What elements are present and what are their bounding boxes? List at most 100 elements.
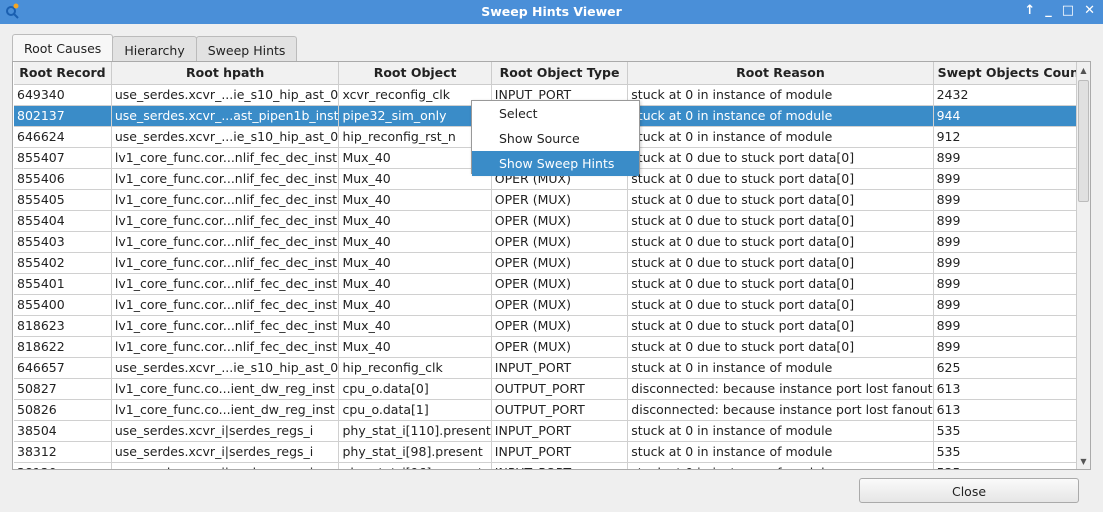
table-cell: lv1_core_func.cor...nlif_fec_dec_inst xyxy=(111,189,340,211)
table-cell: stuck at 0 due to stuck port data[0] xyxy=(627,315,934,337)
table-cell: pipe32_sim_only xyxy=(338,105,492,127)
close-button[interactable]: Close xyxy=(859,478,1079,503)
table-cell: 899 xyxy=(933,147,1090,169)
table-cell: OPER (MUX) xyxy=(491,315,629,337)
table-row[interactable]: 855401 lv1_core_func.cor...nlif_fec_dec_i… xyxy=(14,273,1090,295)
table-cell: 855407 xyxy=(14,147,112,169)
context-menu: Select Show Source Show Sweep Hints xyxy=(471,100,640,176)
table-row[interactable]: 855402 lv1_core_func.cor...nlif_fec_dec_i… xyxy=(14,252,1090,274)
table-cell: INPUT_PORT xyxy=(491,357,629,379)
scroll-down-icon[interactable]: ▼ xyxy=(1077,455,1090,469)
table-cell: lv1_core_func.cor...nlif_fec_dec_inst xyxy=(111,210,340,232)
menu-item-show-source[interactable]: Show Source xyxy=(472,126,639,151)
table-cell: Mux_40 xyxy=(338,294,492,316)
table-cell: 899 xyxy=(933,252,1090,274)
table-cell: 818622 xyxy=(14,336,112,358)
table-cell: Mux_40 xyxy=(338,315,492,337)
maximize-icon[interactable]: □ xyxy=(1062,3,1074,18)
vertical-scrollbar[interactable]: ▲ ▼ xyxy=(1076,62,1090,469)
table-cell: 625 xyxy=(933,357,1090,379)
table-row[interactable]: 50827 lv1_core_func.co...ient_dw_reg_inst… xyxy=(14,378,1090,400)
table-cell: 855400 xyxy=(14,294,112,316)
table-cell: OPER (MUX) xyxy=(491,273,629,295)
table-row[interactable]: 855403 lv1_core_func.cor...nlif_fec_dec_i… xyxy=(14,231,1090,253)
table-cell: 899 xyxy=(933,210,1090,232)
table-cell: OUTPUT_PORT xyxy=(491,399,629,421)
table-cell: stuck at 0 in instance of module xyxy=(627,126,934,148)
table-cell: INPUT_PORT xyxy=(491,462,629,469)
minimize-icon[interactable]: _ xyxy=(1045,3,1052,18)
table-cell: 855406 xyxy=(14,168,112,190)
column-header[interactable]: Root Record xyxy=(14,62,112,85)
table-cell: lv1_core_func.cor...nlif_fec_dec_inst xyxy=(111,294,340,316)
table-cell: Mux_40 xyxy=(338,252,492,274)
tab-sweep-hints[interactable]: Sweep Hints xyxy=(195,36,298,63)
table-cell: stuck at 0 in instance of module xyxy=(627,84,934,106)
column-header[interactable]: Root Object Type xyxy=(491,62,629,85)
table-cell: use_serdes.xcvr_i|serdes_regs_i xyxy=(111,420,340,442)
table-cell: 613 xyxy=(933,399,1090,421)
table-cell: 535 xyxy=(933,462,1090,469)
table-cell: Mux_40 xyxy=(338,168,492,190)
table-cell: 535 xyxy=(933,420,1090,442)
table-cell: 899 xyxy=(933,189,1090,211)
table-cell: Mux_40 xyxy=(338,336,492,358)
table-cell: use_serdes.xcvr_...ie_s10_hip_ast_0 xyxy=(111,84,340,106)
table-cell: 50826 xyxy=(14,399,112,421)
scrollbar-thumb[interactable] xyxy=(1078,80,1089,202)
table-cell: 855401 xyxy=(14,273,112,295)
table-row[interactable]: 38312 use_serdes.xcvr_i|serdes_regs_i phy_… xyxy=(14,441,1090,463)
table-cell: 912 xyxy=(933,126,1090,148)
table-cell: 535 xyxy=(933,441,1090,463)
tab-bar: Root Causes Hierarchy Sweep Hints xyxy=(12,34,298,63)
column-header[interactable]: Swept Objects Count xyxy=(933,62,1090,85)
table-row[interactable]: 38504 use_serdes.xcvr_i|serdes_regs_i phy_… xyxy=(14,420,1090,442)
table-cell: 944 xyxy=(933,105,1090,127)
table-cell: 38120 xyxy=(14,462,112,469)
table-cell: 899 xyxy=(933,273,1090,295)
table-cell: stuck at 0 in instance of module xyxy=(627,441,934,463)
title-bar: Sweep Hints Viewer ↑ _ □ ✕ xyxy=(0,0,1103,24)
table-cell: stuck at 0 due to stuck port data[0] xyxy=(627,168,934,190)
table-cell: 855405 xyxy=(14,189,112,211)
table-cell: phy_stat_i[110].present xyxy=(338,420,492,442)
arrow-up-icon[interactable]: ↑ xyxy=(1024,3,1035,18)
table-cell: cpu_o.data[1] xyxy=(338,399,492,421)
table-cell: Mux_40 xyxy=(338,189,492,211)
table-cell: hip_reconfig_rst_n xyxy=(338,126,492,148)
table-row[interactable]: 855405 lv1_core_func.cor...nlif_fec_dec_i… xyxy=(14,189,1090,211)
table-cell: Mux_40 xyxy=(338,273,492,295)
column-header[interactable]: Root Object xyxy=(338,62,492,85)
table-cell: lv1_core_func.cor...nlif_fec_dec_inst xyxy=(111,231,340,253)
column-header[interactable]: Root hpath xyxy=(111,62,340,85)
table-row[interactable]: 646657 use_serdes.xcvr_...ie_s10_hip_ast_… xyxy=(14,357,1090,379)
tab-root-causes[interactable]: Root Causes xyxy=(12,34,114,62)
scroll-up-icon[interactable]: ▲ xyxy=(1077,64,1090,78)
table-cell: stuck at 0 due to stuck port data[0] xyxy=(627,231,934,253)
table-cell: 899 xyxy=(933,231,1090,253)
table-row[interactable]: 855400 lv1_core_func.cor...nlif_fec_dec_i… xyxy=(14,294,1090,316)
close-icon[interactable]: ✕ xyxy=(1084,3,1095,18)
table-cell: 855402 xyxy=(14,252,112,274)
table-row[interactable]: 818622 lv1_core_func.cor...nlif_fec_dec_i… xyxy=(14,336,1090,358)
table-cell: 899 xyxy=(933,294,1090,316)
column-header[interactable]: Root Reason xyxy=(627,62,934,85)
table-cell: 50827 xyxy=(14,378,112,400)
table-row[interactable]: 38120use_serdes.xcvr_i|serdes_regs_iphy_… xyxy=(14,462,1090,469)
table-cell: use_serdes.xcvr_...ast_pipen1b_inst xyxy=(111,105,340,127)
table-cell: hip_reconfig_clk xyxy=(338,357,492,379)
tab-hierarchy[interactable]: Hierarchy xyxy=(112,36,197,63)
table-cell: Mux_40 xyxy=(338,210,492,232)
table-cell: 899 xyxy=(933,315,1090,337)
table-row[interactable]: 855404 lv1_core_func.cor...nlif_fec_dec_i… xyxy=(14,210,1090,232)
menu-item-show-sweep-hints[interactable]: Show Sweep Hints xyxy=(472,151,639,176)
table-cell: 855404 xyxy=(14,210,112,232)
table-cell: stuck at 0 in instance of module xyxy=(627,462,934,469)
table-row[interactable]: 818623 lv1_core_func.cor...nlif_fec_dec_i… xyxy=(14,315,1090,337)
menu-item-select[interactable]: Select xyxy=(472,101,639,126)
table-row[interactable]: 50826 lv1_core_func.co...ient_dw_reg_inst… xyxy=(14,399,1090,421)
table-cell: OPER (MUX) xyxy=(491,252,629,274)
table-cell: INPUT_PORT xyxy=(491,420,629,442)
table-cell: OPER (MUX) xyxy=(491,294,629,316)
table-cell: 649340 xyxy=(14,84,112,106)
